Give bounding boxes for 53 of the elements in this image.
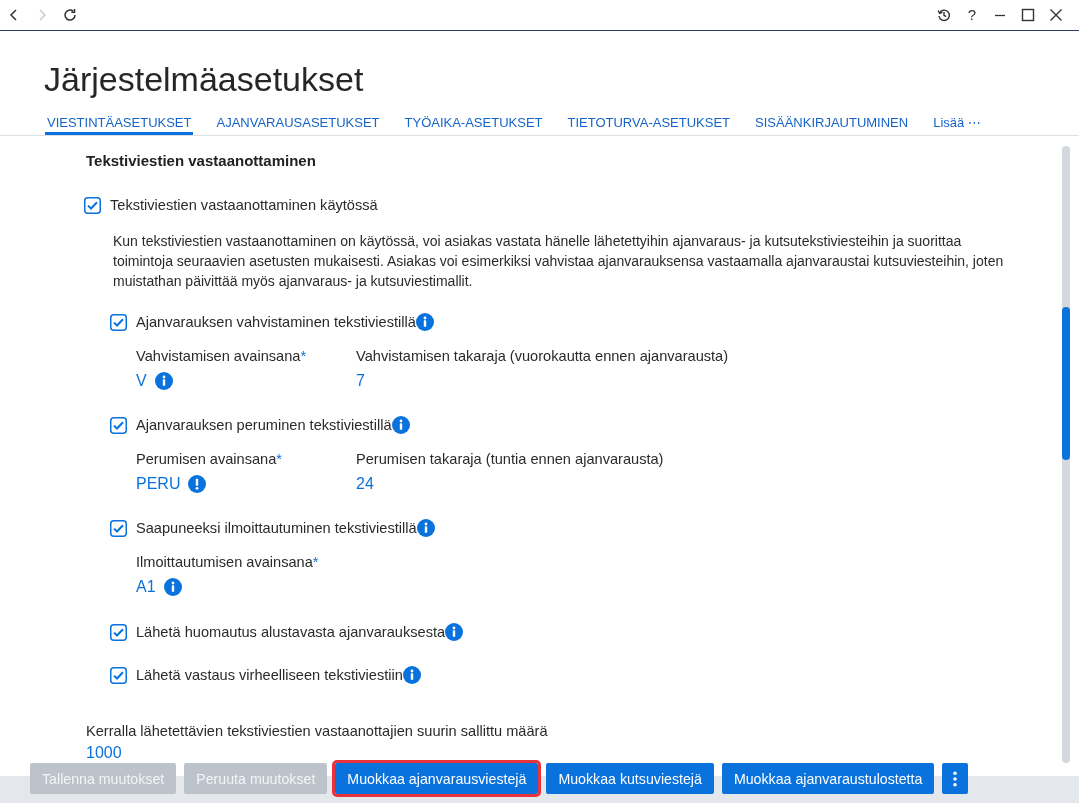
help-button[interactable]: ? [965, 7, 979, 23]
action-button[interactable]: Muokkaa kutsuviestejä [546, 763, 714, 794]
page-title: Järjestelmäasetukset [44, 59, 365, 99]
field-value[interactable]: 1000 [86, 743, 122, 763]
info-icon[interactable] [154, 372, 173, 390]
section-title: Tekstiviestien vastaanottaminen [86, 151, 317, 171]
tab[interactable]: VIESTINTÄASETUKSET [45, 109, 194, 135]
tab[interactable]: SISÄÄNKIRJAUTUMINEN [753, 109, 911, 135]
info-icon[interactable] [415, 313, 434, 331]
tab[interactable]: AJANVARAUSASETUKSET [214, 109, 382, 135]
action-button[interactable]: Muokkaa ajanvarausviestejä [335, 763, 539, 794]
description-text: Kun tekstiviestien vastaanottaminen on käytössä, voi asiakas vastata hänelle lähetettyihin ajanvaraus- ja kutsutekstiviesteihin ja suorittaa toimintoja seuraavien asetusten mukaisesti. Asiakas voi esimerkiksi vahvistaa ajanvarauksensa vastaamalla ajanvaraustai kutsuviesteihin, joten muistathan päivittää myös ajanvaraus- ja kutsuviestimallit. [113, 232, 1005, 291]
action-button[interactable]: Muokkaa ajanvaraustulostetta [721, 763, 935, 794]
close-icon[interactable] [1049, 8, 1063, 22]
checkbox[interactable] [110, 666, 127, 684]
checkbox[interactable] [84, 196, 101, 214]
field-label: Kerralla lähetettävien tekstiviestien vastaanottajien suurin sallittu määrä [86, 722, 549, 741]
checkbox-label: Lähetä vastaus virheelliseen tekstiviestiin [136, 666, 403, 685]
checkbox-label: Lähetä huomautus alustavasta ajanvarauksesta [136, 623, 446, 642]
scrollbar-track[interactable] [1062, 146, 1070, 763]
info-icon[interactable] [416, 519, 435, 537]
info-icon[interactable] [391, 416, 410, 434]
info-icon[interactable] [402, 666, 421, 684]
field-label: Vahvistamisen avainsana* [136, 347, 308, 366]
refresh-icon[interactable] [63, 8, 77, 22]
checkbox[interactable] [110, 623, 127, 641]
field-label: Ilmoittautumisen avainsana* [136, 553, 320, 572]
checkbox-label: Saapuneeksi ilmoittautuminen tekstiviestillä [136, 519, 417, 538]
kebab-icon [953, 770, 958, 787]
field-value[interactable]: V [136, 369, 147, 393]
checkbox[interactable] [110, 313, 127, 331]
scrollbar-thumb[interactable] [1062, 307, 1070, 460]
field-label: Perumisen avainsana* [136, 450, 284, 469]
field-label: Perumisen takaraja (tuntia ennen ajanvarausta) [356, 450, 664, 469]
field-label: Vahvistamisen takaraja (vuorokautta ennen ajanvarausta) [356, 347, 729, 366]
more-button[interactable] [942, 763, 969, 794]
info-icon[interactable] [163, 578, 182, 596]
maximize-icon[interactable] [1021, 8, 1035, 22]
field-value[interactable]: PERU [136, 472, 181, 496]
field-value[interactable]: A1 [136, 575, 156, 599]
field-value[interactable]: 24 [356, 472, 374, 496]
checkbox[interactable] [110, 416, 127, 434]
checkbox-label: Tekstiviestien vastaanottaminen käytössä [110, 196, 378, 215]
tab[interactable]: TIETOTURVA-ASETUKSET [565, 109, 733, 135]
info-icon[interactable] [445, 623, 464, 641]
checkbox[interactable] [110, 519, 127, 537]
more-menu-link[interactable]: Lisää ⋯ [931, 109, 983, 135]
checkbox-label: Ajanvarauksen peruminen tekstiviestillä [136, 416, 392, 435]
checkbox-label: Ajanvarauksen vahvistaminen tekstiviestillä [136, 313, 416, 332]
history-icon[interactable] [937, 8, 951, 22]
tab[interactable]: TYÖAIKA-ASETUKSET [402, 109, 545, 135]
alert-icon[interactable] [188, 475, 207, 493]
field-value[interactable]: 7 [356, 369, 365, 393]
